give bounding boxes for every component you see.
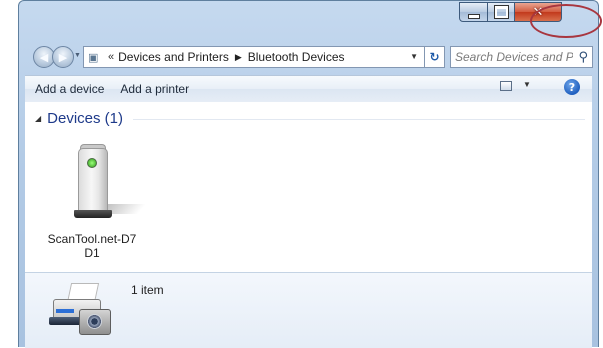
refresh-button[interactable]: ↻ <box>425 46 445 68</box>
devices-and-printers-icon <box>47 283 111 345</box>
camera-icon <box>79 309 111 335</box>
status-led-icon <box>87 158 97 168</box>
search-box[interactable]: ⚲ <box>450 46 593 68</box>
refresh-icon: ↻ <box>429 50 440 64</box>
minimize-icon <box>467 13 480 19</box>
collapse-arrow-icon[interactable]: ◢ <box>35 114 41 123</box>
forward-arrow-icon: ▶ <box>58 51 68 64</box>
add-device-button[interactable]: Add a device <box>27 79 112 99</box>
breadcrumb-devices-and-printers[interactable]: Devices and Printers <box>118 50 229 64</box>
view-options-dropdown-icon[interactable]: ▼ <box>523 80 531 89</box>
help-icon[interactable]: ? <box>564 79 580 95</box>
command-bar: Add a device Add a printer ▼ ? <box>25 75 592 103</box>
device-label: ScanTool.net-D7D1 <box>47 232 137 260</box>
annotation-circle <box>530 4 602 38</box>
breadcrumb-overflow-chevron[interactable]: « <box>108 51 114 63</box>
group-divider <box>133 119 585 120</box>
search-icon[interactable]: ⚲ <box>578 49 588 65</box>
breadcrumb-bluetooth-devices[interactable]: Bluetooth Devices <box>248 50 345 64</box>
breadcrumb-separator-icon[interactable]: ▶ <box>235 52 242 63</box>
change-view-icon[interactable] <box>500 81 512 91</box>
maximize-button[interactable] <box>488 2 515 22</box>
device-list-area: ◢ Devices (1) ScanTool.net-D7D1 <box>25 102 592 272</box>
add-printer-button[interactable]: Add a printer <box>112 79 197 99</box>
group-header-devices[interactable]: ◢ Devices (1) <box>35 110 585 127</box>
forward-button[interactable]: ▶ <box>52 46 74 68</box>
address-bar[interactable]: ▣ « Devices and Printers ▶ Bluetooth Dev… <box>83 46 425 68</box>
minimize-button[interactable] <box>459 2 488 22</box>
maximize-icon <box>493 5 509 19</box>
recent-pages-dropdown[interactable]: ▼ <box>74 52 81 59</box>
bluetooth-device-tower-icon <box>72 144 147 218</box>
group-title: Devices (1) <box>47 110 124 127</box>
details-pane: 1 item <box>25 272 592 348</box>
device-item[interactable]: ScanTool.net-D7D1 <box>47 144 147 260</box>
devices-location-icon: ▣ <box>88 51 99 64</box>
search-input[interactable] <box>455 50 573 64</box>
back-arrow-icon: ◀ <box>39 51 49 64</box>
item-count: 1 item <box>131 283 164 297</box>
address-dropdown-icon[interactable]: ▼ <box>410 52 418 61</box>
